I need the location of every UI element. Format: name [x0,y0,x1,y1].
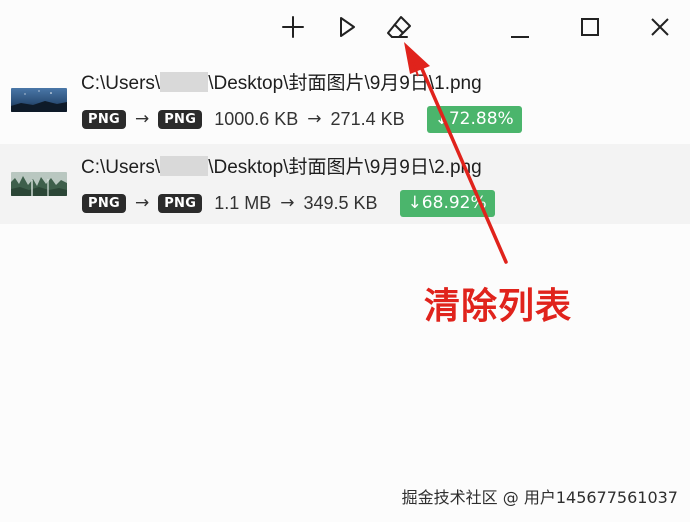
plus-icon [282,16,304,38]
reduction-badge: ↓68.92% [399,189,495,217]
compressed-size: 349.5 KB [303,192,378,213]
close-icon [651,18,669,36]
original-size: 1.1 MB [214,192,272,213]
minimize-button[interactable] [503,10,537,44]
arrow-right-icon: → [280,193,295,213]
compression-info: PNG → PNG 1.1 MB → 349.5 KB ↓68.92% [82,189,495,217]
source-format-badge: PNG [82,193,126,213]
file-row[interactable]: C:\Users\ \Desktop\封面图片\9月9日\2.png PNG → … [0,144,690,224]
file-path: C:\Users\ \Desktop\封面图片\9月9日\2.png [81,156,482,178]
maximize-icon [581,18,599,36]
watermark: 掘金技术社区 @ 用户145677561037 [401,488,678,507]
start-button[interactable] [330,10,364,44]
arrow-right-icon: → [307,109,322,129]
original-size: 1000.6 KB [214,108,299,129]
reduction-badge: ↓72.88% [426,105,522,133]
target-format-badge: PNG [158,109,203,129]
night-sky-thumbnail [11,88,67,112]
maximize-button[interactable] [573,10,607,44]
add-files-button[interactable] [276,10,310,44]
clear-list-button[interactable] [382,10,416,44]
source-format-badge: PNG [82,109,126,129]
title-toolbar [0,0,690,56]
eraser-icon [387,16,411,38]
forest-thumbnail [11,172,67,196]
compressed-size: 271.4 KB [330,108,405,129]
play-icon [340,17,355,37]
target-format-badge: PNG [158,193,203,213]
redacted-username [160,156,209,176]
minimize-icon [511,36,529,38]
compression-info: PNG → PNG 1000.6 KB → 271.4 KB ↓72.88% [82,105,522,133]
arrow-right-icon: → [134,109,150,129]
file-row[interactable]: C:\Users\ \Desktop\封面图片\9月9日\1.png PNG → … [0,60,690,140]
annotation-label: 清除列表 [424,286,573,327]
file-path: C:\Users\ \Desktop\封面图片\9月9日\1.png [81,72,482,94]
redacted-username [160,72,209,92]
close-button[interactable] [643,10,677,44]
arrow-right-icon: → [134,193,150,213]
